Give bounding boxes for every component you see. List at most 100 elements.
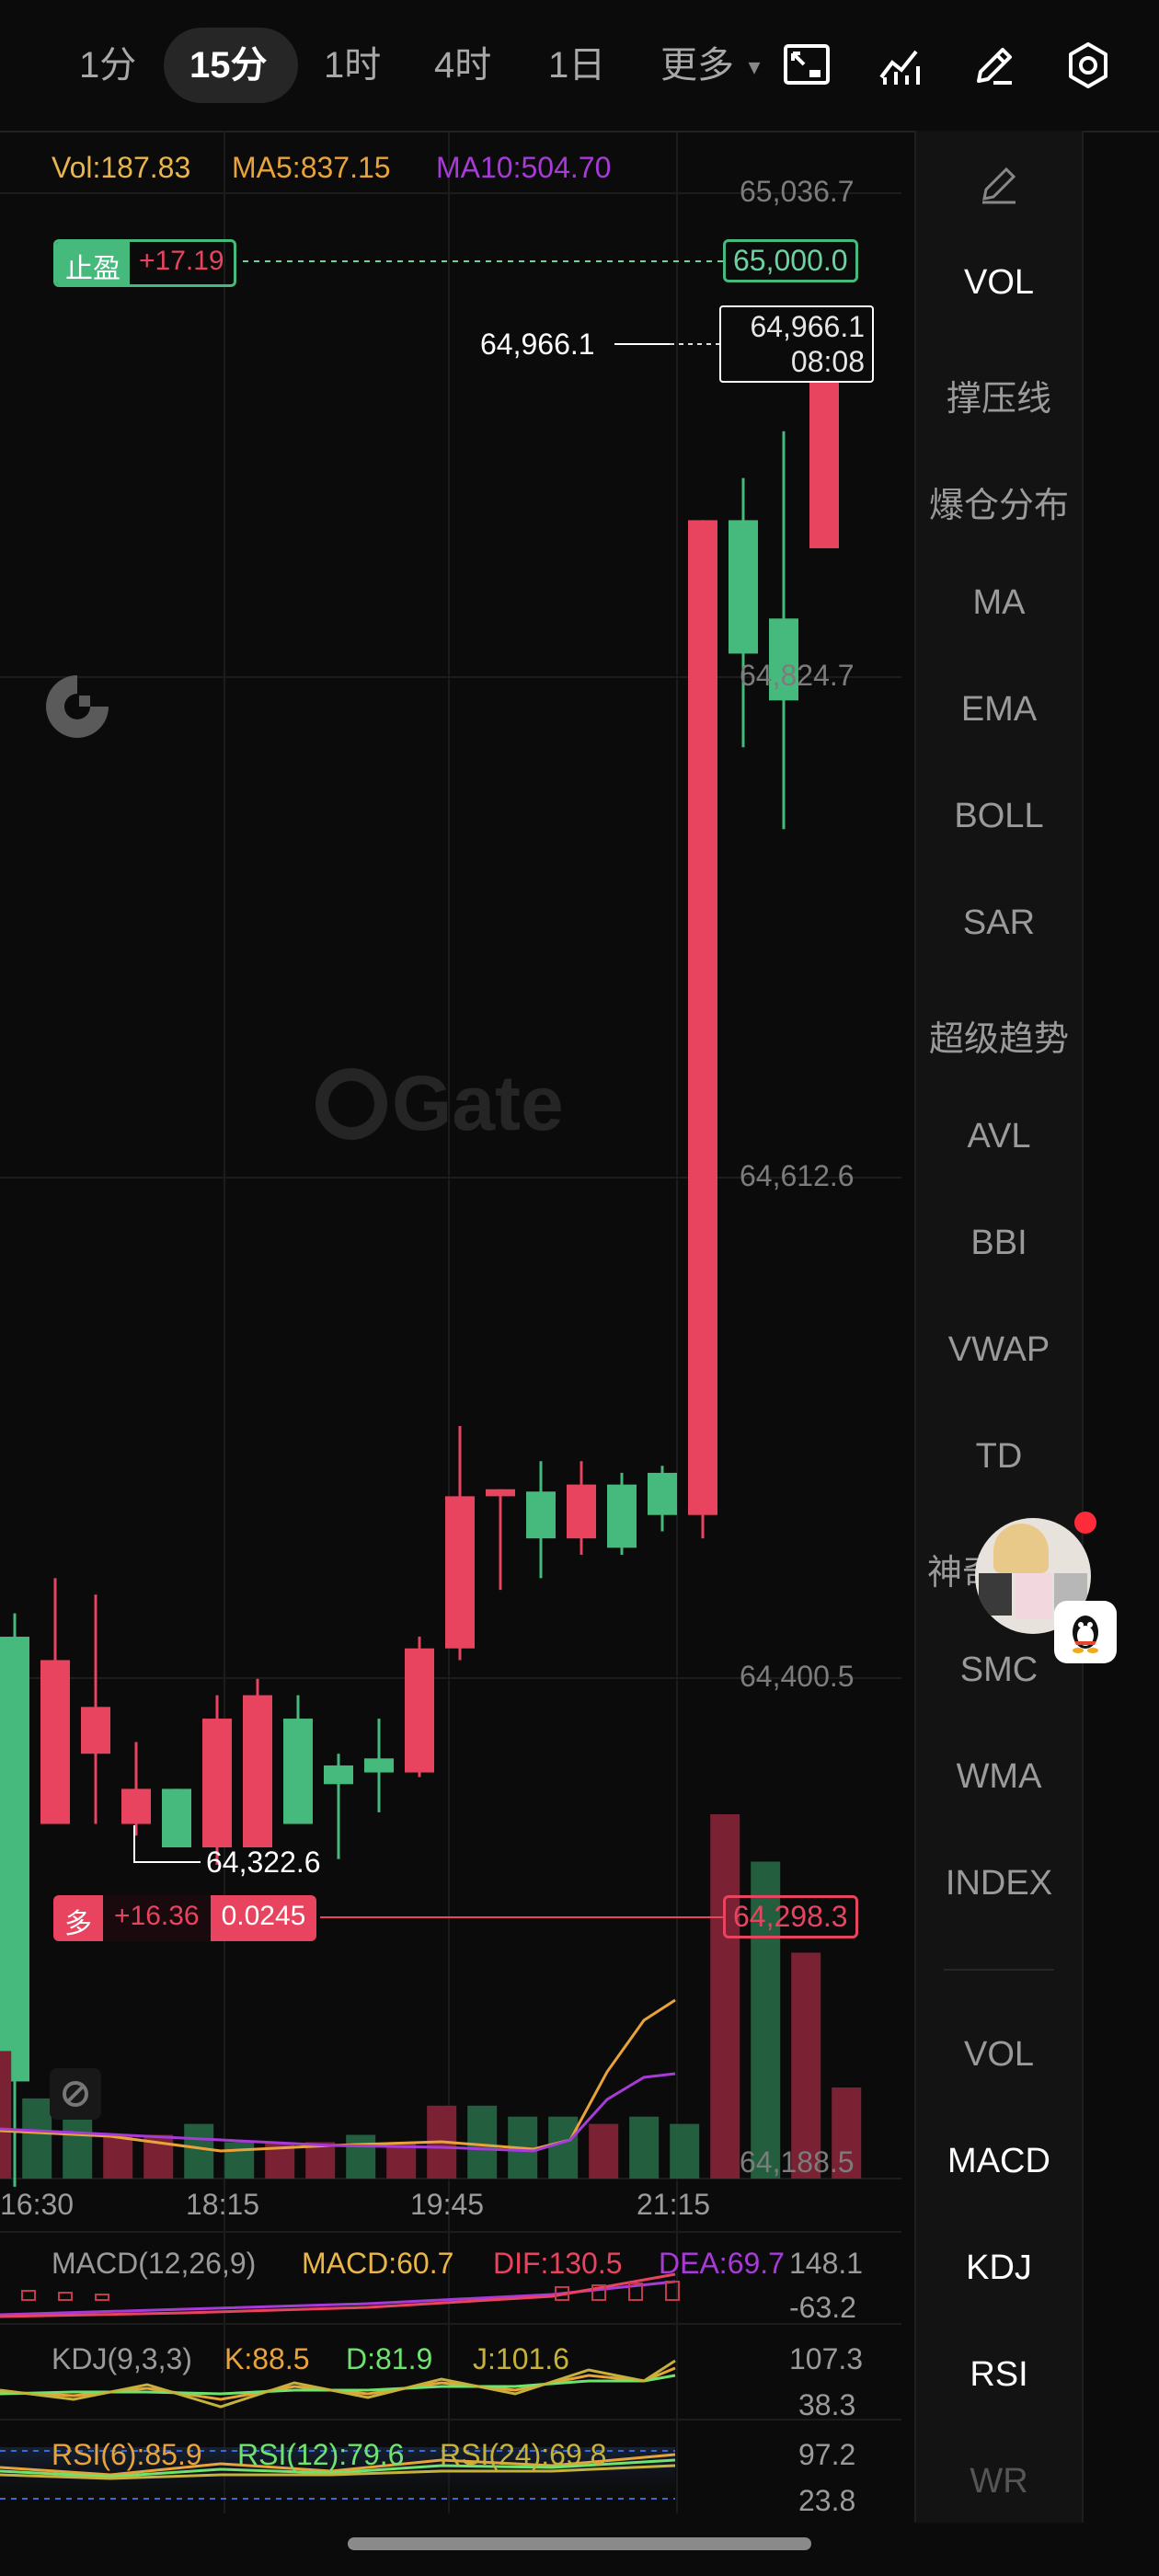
pencil-icon[interactable] <box>970 40 1019 90</box>
indicator-main[interactable]: 超级趋势 <box>916 1010 1082 1061</box>
candle-body <box>324 1765 353 1785</box>
position-pnl: +16.36 <box>103 1895 211 1941</box>
rsi-axis-high: 97.2 <box>798 2438 856 2471</box>
tab-more[interactable]: 更多 ▼ <box>660 35 764 88</box>
low-price-marker: 64,322.6 <box>206 1846 321 1879</box>
position-tag[interactable]: 多 +16.36 0.0245 <box>53 1895 317 1941</box>
candle-body <box>567 1484 596 1539</box>
indicator-main[interactable]: INDEX <box>916 1864 1082 1903</box>
volume-bar <box>224 2142 255 2179</box>
take-profit-label: 止盈 <box>56 242 130 284</box>
take-profit-pnl: +17.19 <box>139 246 224 276</box>
chart-toggle-icon[interactable] <box>50 2068 101 2120</box>
ma10-legend: MA10:504.70 <box>436 151 612 184</box>
candle-body <box>162 1788 191 1847</box>
position-side-label: 多 <box>64 1909 92 1939</box>
volume-bar <box>589 2123 619 2179</box>
rsi-12: RSI(12):79.6 <box>237 2438 405 2471</box>
tab-4h[interactable]: 4时 <box>434 35 491 88</box>
volume-bar <box>346 2134 376 2179</box>
time-axis-label: 18:15 <box>186 2188 260 2221</box>
price-axis-label: 65,036.7 <box>740 175 855 208</box>
price-axis-label: 64,400.5 <box>740 1660 855 1693</box>
volume-bar <box>670 2123 700 2179</box>
high-price-marker: 64,966.1 <box>480 328 595 361</box>
indicator-main[interactable]: WMA <box>916 1757 1082 1797</box>
kdj-j: J:101.6 <box>473 2342 569 2375</box>
candle-body <box>364 1758 394 1773</box>
rsi-24: RSI(24):69.8 <box>440 2438 607 2471</box>
indicator-sub[interactable]: RSI <box>916 2355 1082 2395</box>
chart-area[interactable]: Gate Vol:187.83 MA5:837.15 MA10:504.70 6… <box>0 131 914 2523</box>
indicator-main[interactable]: VWAP <box>916 1330 1082 1370</box>
candle-body <box>405 1648 434 1773</box>
kdj-axis-high: 107.3 <box>789 2342 864 2375</box>
current-price-box: 64,966.1 08:08 <box>719 305 874 383</box>
volume-bar <box>184 2123 214 2179</box>
refresh-icon[interactable] <box>39 668 116 745</box>
indicator-main[interactable]: TD <box>916 1437 1082 1477</box>
macd-axis-low: -63.2 <box>789 2291 856 2324</box>
indicator-divider <box>944 1969 1054 1971</box>
take-profit-price[interactable]: 65,000.0 <box>723 239 858 282</box>
position-size: 0.0245 <box>221 1901 306 1931</box>
macd-dif: DIF:130.5 <box>493 2247 623 2280</box>
candle-body <box>40 1660 70 1824</box>
volume-bar <box>467 2105 498 2179</box>
indicator-main[interactable]: AVL <box>916 1117 1082 1156</box>
position-price[interactable]: 64,298.3 <box>723 1895 858 1938</box>
home-indicator[interactable] <box>348 2537 811 2550</box>
avatar-figure <box>993 1524 1049 1573</box>
candle-body <box>445 1496 475 1649</box>
indicator-main[interactable]: SAR <box>916 903 1082 943</box>
indicator-main[interactable]: VOL <box>916 263 1082 303</box>
ma5-legend: MA5:837.15 <box>232 151 391 184</box>
macd-params: MACD(12,26,9) <box>52 2247 257 2280</box>
settings-gear-icon[interactable] <box>1063 40 1113 90</box>
macd-value: MACD:60.7 <box>302 2247 454 2280</box>
kdj-k: K:88.5 <box>224 2342 310 2375</box>
tab-15m[interactable]: 15分 <box>189 35 268 88</box>
candle-body <box>0 1637 29 2082</box>
macd-dea: DEA:69.7 <box>659 2247 785 2280</box>
indicator-sub[interactable]: MACD <box>916 2142 1082 2181</box>
candle-body <box>81 1707 110 1754</box>
volume-bars <box>0 1814 862 2179</box>
candle-body <box>486 1489 515 1497</box>
indicator-main[interactable]: 撑压线 <box>916 370 1082 420</box>
volume-bar <box>629 2116 660 2179</box>
indicator-main[interactable]: 爆仓分布 <box>916 477 1082 527</box>
indicator-sub[interactable]: VOL <box>916 2035 1082 2075</box>
vol-legend: Vol:187.83 <box>52 151 191 184</box>
caret-down-icon: ▼ <box>744 55 764 79</box>
indicator-main[interactable]: EMA <box>916 690 1082 730</box>
volume-bar <box>0 2051 12 2179</box>
volume-bar <box>103 2134 133 2179</box>
candle-body <box>729 520 758 654</box>
current-price-value: 64,966.1 <box>750 310 865 343</box>
fullscreen-icon[interactable] <box>782 40 832 90</box>
tab-1m[interactable]: 1分 <box>79 35 136 88</box>
candle-body <box>688 520 717 1515</box>
edit-indicators-icon[interactable] <box>973 158 1025 210</box>
candle-countdown: 08:08 <box>790 345 865 378</box>
qq-penguin-icon[interactable] <box>1054 1601 1117 1663</box>
tab-1h[interactable]: 1时 <box>324 35 381 88</box>
rsi-6: RSI(6):85.9 <box>52 2438 202 2471</box>
candle-body <box>526 1491 556 1539</box>
volume-bar <box>710 1814 740 2179</box>
indicator-sub[interactable]: WR <box>916 2462 1082 2501</box>
indicator-main[interactable]: BOLL <box>916 797 1082 836</box>
indicator-main[interactable]: MA <box>916 583 1082 623</box>
indicator-line-icon[interactable] <box>876 40 925 90</box>
take-profit-tag[interactable]: 止盈 +17.19 <box>53 239 236 287</box>
candle-body <box>202 1719 232 1847</box>
tab-1d[interactable]: 1日 <box>548 35 605 88</box>
indicator-main[interactable]: BBI <box>916 1224 1082 1263</box>
price-axis-label: 64,824.7 <box>740 659 855 692</box>
kdj-d: D:81.9 <box>346 2342 433 2375</box>
indicator-sub[interactable]: KDJ <box>916 2248 1082 2288</box>
timeframe-bar: 1分 15分 1时 4时 1日 更多 ▼ <box>0 0 1159 132</box>
candle-body <box>121 1788 151 1824</box>
candle-body <box>607 1484 637 1548</box>
